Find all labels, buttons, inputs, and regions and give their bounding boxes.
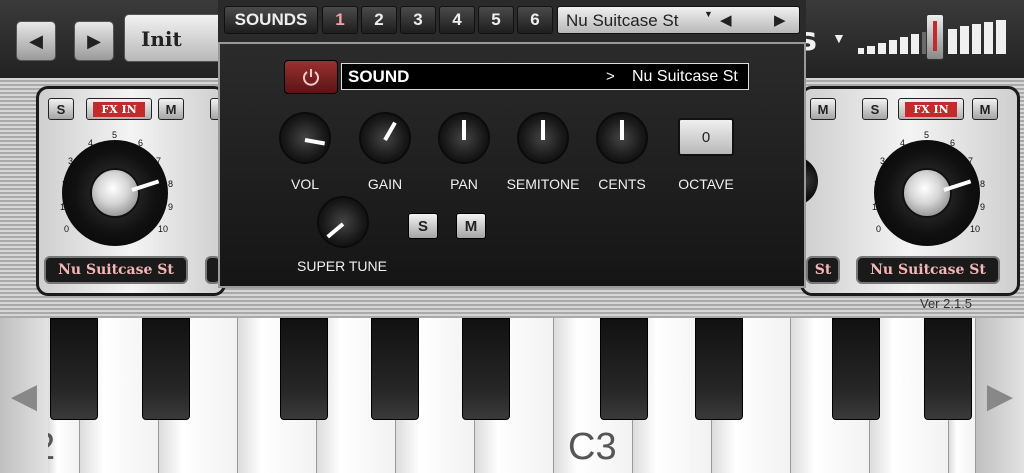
octave-label: OCTAVE [678, 176, 734, 192]
volume-slider-handle[interactable] [926, 14, 944, 60]
pan-knob[interactable] [438, 112, 490, 164]
right-mute-button[interactable]: M [972, 98, 998, 120]
power-icon [303, 69, 319, 86]
black-key[interactable] [600, 318, 648, 420]
sound-solo-button[interactable]: S [408, 213, 438, 239]
partial-channel-name[interactable]: St [806, 256, 840, 284]
black-key[interactable] [462, 318, 510, 420]
sound-header-value: Nu Suitcase St [632, 68, 738, 85]
sound-mute-button[interactable]: M [456, 213, 486, 239]
selected-sound-name: Nu Suitcase St [566, 11, 679, 30]
right-volume-knob[interactable] [874, 140, 980, 246]
triangle-down-icon[interactable]: ▼ [832, 30, 846, 46]
right-solo-button[interactable]: S [862, 98, 888, 120]
triangle-left-icon[interactable]: ◀ [720, 11, 732, 29]
volume-meter-icon[interactable] [858, 14, 1008, 60]
partial-mute-button[interactable]: M [810, 98, 836, 120]
triangle-right-icon: ▶ [986, 376, 1014, 415]
fx-in-label: FX IN [905, 101, 957, 117]
sound-tab-2[interactable]: 2 [361, 6, 397, 34]
octave-value[interactable]: 0 [678, 118, 734, 156]
next-preset-button[interactable]: ▶ [74, 21, 114, 61]
triangle-right-icon[interactable]: ▶ [774, 11, 786, 29]
previous-preset-button[interactable]: ◀ [16, 21, 56, 61]
triangle-left-icon: ◀ [10, 376, 38, 415]
black-key[interactable] [142, 318, 190, 420]
black-key[interactable] [371, 318, 419, 420]
cents-knob[interactable] [596, 112, 648, 164]
right-channel-name[interactable]: Nu Suitcase St [856, 256, 1000, 284]
left-mute-button[interactable]: M [158, 98, 184, 120]
small-triangle-down-icon[interactable]: ▼ [704, 9, 713, 19]
sound-tab-1[interactable]: 1 [322, 6, 358, 34]
super-tune-knob[interactable] [317, 196, 369, 248]
sound-header-bar[interactable]: SOUND > Nu Suitcase St [341, 63, 749, 90]
left-channel-name[interactable]: Nu Suitcase St [44, 256, 188, 284]
vol-knob[interactable] [279, 112, 331, 164]
sound-power-button[interactable] [284, 60, 338, 94]
black-key[interactable] [50, 318, 98, 420]
version-label: Ver 2.1.5 [920, 296, 973, 311]
black-key[interactable] [924, 318, 972, 420]
sound-tab-3[interactable]: 3 [400, 6, 436, 34]
keyboard-scroll-left-button[interactable]: ◀ [0, 318, 48, 473]
left-solo-button[interactable]: S [48, 98, 74, 120]
sound-selector[interactable]: Nu Suitcase St ▼ ◀ ▶ [557, 6, 800, 34]
right-fx-in-button[interactable]: FX IN [898, 98, 964, 120]
gain-knob[interactable] [359, 112, 411, 164]
black-key[interactable] [832, 318, 880, 420]
cents-label: CENTS [598, 176, 646, 192]
sounds-title: SOUNDS [224, 6, 318, 34]
black-key[interactable] [280, 318, 328, 420]
sound-header-label: SOUND [348, 67, 410, 86]
super-tune-label: SUPER TUNE [297, 258, 387, 274]
left-fx-in-button[interactable]: FX IN [86, 98, 152, 120]
sound-header-arrow: > [606, 68, 615, 85]
c3-octave-label: C3 [568, 426, 617, 468]
keyboard-scroll-right-button[interactable]: ▶ [976, 318, 1024, 473]
triangle-right-icon: ▶ [87, 30, 101, 51]
sound-tab-5[interactable]: 5 [478, 6, 514, 34]
fx-in-label: FX IN [93, 101, 145, 117]
black-key[interactable] [695, 318, 743, 420]
sound-tab-4[interactable]: 4 [439, 6, 475, 34]
triangle-left-icon: ◀ [29, 30, 43, 51]
semitone-knob[interactable] [517, 112, 569, 164]
left-volume-knob[interactable] [62, 140, 168, 246]
sound-tab-6[interactable]: 6 [517, 6, 553, 34]
